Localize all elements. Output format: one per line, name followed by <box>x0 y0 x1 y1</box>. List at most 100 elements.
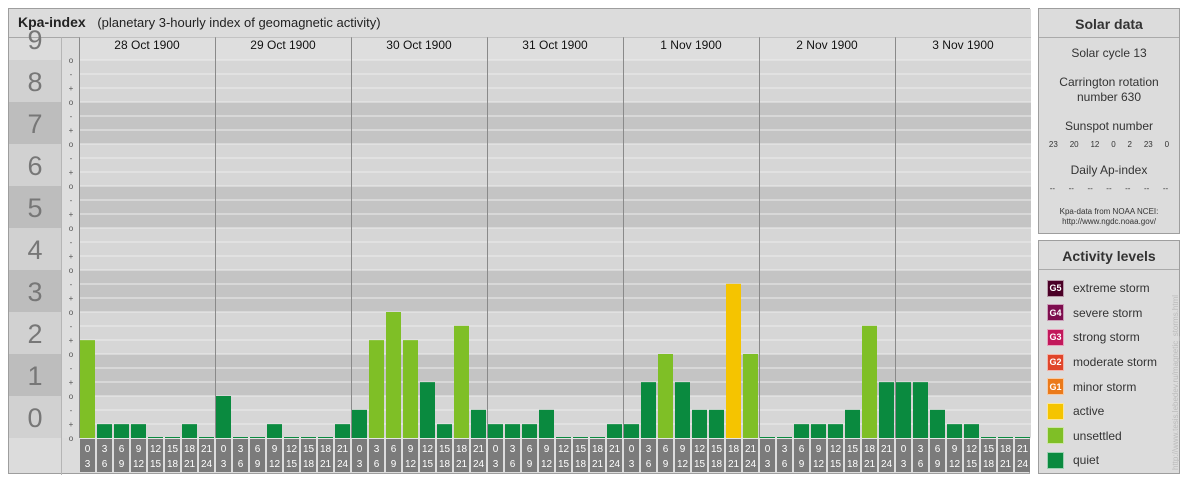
solar-data-panel: Solar data Solar cycle 13 Carrington rot… <box>1038 8 1180 234</box>
kp-bar <box>692 409 707 438</box>
sunspot-value: 2 <box>1127 140 1132 149</box>
kp-index-chart: o+-o+-o+-o+-o+-o+-o+-o+-o+-o0123456789 28… <box>9 9 1031 475</box>
ap-index-values: -- -- -- -- -- -- -- <box>1039 184 1179 193</box>
interval-end-label: 6 <box>238 459 244 470</box>
minor-tick-label: - <box>70 322 73 331</box>
kp-bar <box>709 409 724 438</box>
solar-cycle: Solar cycle 13 <box>1071 46 1147 60</box>
interval-end-label: 18 <box>711 459 723 470</box>
interval-start-label: 9 <box>952 444 958 455</box>
kp-bar <box>590 437 605 438</box>
kp-bar <box>573 437 588 438</box>
kp-bar <box>148 437 163 438</box>
sunspot-value: 23 <box>1048 140 1058 149</box>
chart-subtitle: (planetary 3-hourly index of geomagnetic… <box>97 15 381 30</box>
interval-start-label: 18 <box>864 444 876 455</box>
legend-item-severe-storm: G4 severe storm <box>1039 301 1179 326</box>
carrington-rotation: Carrington rotation number 630 <box>1059 75 1159 104</box>
interval-start-label: 15 <box>711 444 723 455</box>
interval-end-label: 21 <box>1000 459 1012 470</box>
kp-bar <box>471 409 486 438</box>
interval-end-label: 9 <box>255 459 261 470</box>
interval-end-label: 24 <box>473 459 485 470</box>
legend-label: active <box>1073 404 1105 419</box>
ap-value: -- <box>1049 184 1056 193</box>
minor-tick-label: - <box>70 112 73 121</box>
minor-tick-label: o <box>69 434 74 443</box>
kp-bar <box>743 354 758 438</box>
interval-start-label: 12 <box>150 444 162 455</box>
solar-data-title: Solar data <box>1039 9 1179 38</box>
chart-title: Kpa-index <box>18 14 86 30</box>
legend-item-extreme-storm: G5 extreme storm <box>1039 276 1179 301</box>
kp-bar <box>522 424 537 438</box>
kp-bar <box>335 424 350 438</box>
day-label: 29 Oct 1900 <box>250 38 316 52</box>
sunspot-label: Sunspot number <box>1064 119 1154 133</box>
interval-start-label: 3 <box>782 444 788 455</box>
kp-bar <box>828 424 843 438</box>
kp-bar <box>80 340 95 438</box>
kp-bar <box>607 424 622 438</box>
source-watermark: http://www.tesis.lebedev.ru/magnetic_sto… <box>1171 294 1180 470</box>
interval-end-label: 12 <box>133 459 145 470</box>
kp-bar <box>675 382 690 438</box>
interval-start-label: 21 <box>201 444 213 455</box>
ap-value: -- <box>1087 184 1093 193</box>
interval-end-label: 3 <box>221 459 227 470</box>
interval-end-label: 18 <box>303 459 315 470</box>
minor-tick-label: o <box>69 140 74 149</box>
legend-item-minor-storm: G1 minor storm <box>1039 374 1179 399</box>
interval-end-label: 15 <box>966 459 978 470</box>
minor-tick-label: o <box>69 392 74 401</box>
interval-start-label: 21 <box>881 444 893 455</box>
ap-value: -- <box>1106 184 1112 193</box>
interval-end-label: 15 <box>150 459 162 470</box>
interval-start-label: 6 <box>527 444 533 455</box>
kp-bar <box>233 437 248 438</box>
kp-bar <box>267 424 282 438</box>
minor-tick-label: o <box>69 224 74 233</box>
interval-start-label: 15 <box>983 444 995 455</box>
y-major-tick-label: 1 <box>27 361 42 391</box>
interval-start-label: 18 <box>456 444 468 455</box>
kp-bar <box>369 340 384 438</box>
interval-start-label: 18 <box>592 444 604 455</box>
y-band <box>79 144 1031 186</box>
sunspot-value: 23 <box>1143 140 1153 149</box>
interval-start-label: 18 <box>728 444 740 455</box>
interval-start-label: 15 <box>439 444 451 455</box>
interval-end-label: 24 <box>201 459 213 470</box>
legend-label: strong storm <box>1073 330 1140 345</box>
interval-end-label: 21 <box>184 459 196 470</box>
interval-end-label: 12 <box>405 459 417 470</box>
legend-swatch: G3 <box>1047 328 1064 346</box>
interval-start-label: 3 <box>918 444 924 455</box>
kp-bar <box>658 354 673 438</box>
source-url[interactable]: http://www.ngdc.noaa.gov/ <box>1039 217 1179 227</box>
activity-legend: G5 extreme storm G4 severe storm G3 strong st… <box>1039 270 1179 473</box>
interval-start-label: 9 <box>816 444 822 455</box>
interval-end-label: 24 <box>881 459 893 470</box>
y-band <box>79 186 1031 228</box>
kp-bar <box>1015 437 1030 438</box>
interval-start-label: 9 <box>272 444 278 455</box>
minor-tick-label: - <box>70 70 73 79</box>
kp-bar <box>726 283 741 438</box>
kp-bar <box>199 437 214 438</box>
legend-item-strong-storm: G3 strong storm <box>1039 325 1179 350</box>
interval-end-label: 15 <box>286 459 298 470</box>
interval-end-label: 18 <box>575 459 587 470</box>
legend-label: extreme storm <box>1073 281 1150 296</box>
minor-tick-label: + <box>69 336 74 345</box>
interval-start-label: 6 <box>799 444 805 455</box>
interval-start-label: 21 <box>473 444 485 455</box>
interval-start-label: 15 <box>847 444 859 455</box>
interval-start-label: 3 <box>102 444 108 455</box>
minor-tick-label: o <box>69 182 74 191</box>
interval-end-label: 18 <box>167 459 179 470</box>
interval-start-label: 21 <box>609 444 621 455</box>
interval-end-label: 18 <box>847 459 859 470</box>
interval-end-label: 6 <box>102 459 108 470</box>
minor-tick-label: + <box>69 378 74 387</box>
